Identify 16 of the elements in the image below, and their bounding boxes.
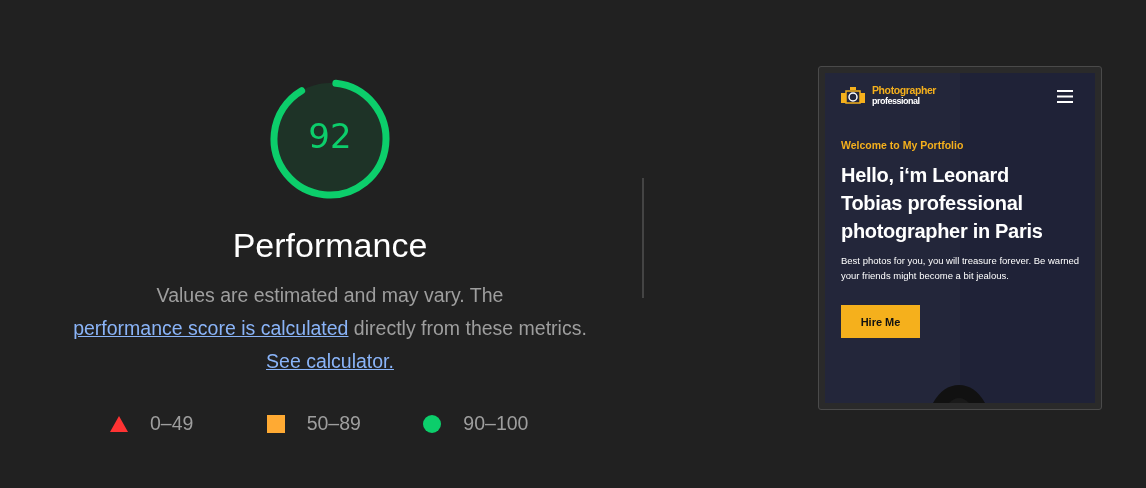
category-title: Performance: [232, 226, 428, 265]
text-link[interactable]: performance score is calculated: [73, 317, 349, 339]
text-link[interactable]: See calculator.: [266, 350, 394, 372]
legend-label: 50–89: [306, 412, 361, 435]
score-description: Values are estimated and may vary. The performance score is calculated directly from these metrics. See calculator.: [72, 283, 588, 374]
hire-button[interactable]: Hire Me: [841, 305, 920, 338]
hero-eyebrow: Welcome to My Portfolio: [841, 139, 965, 151]
camera-icon: [841, 87, 865, 105]
legend-label: 0–49: [150, 412, 194, 435]
brand-tagline: professional: [872, 96, 920, 107]
hero-heading: Hello, i‘m Leonard Tobias professional photographer in Paris: [841, 163, 1044, 244]
brand-name: Photographer: [872, 85, 937, 96]
legend-label: 90–100: [463, 412, 529, 435]
menu-icon[interactable]: [1057, 89, 1073, 103]
score-value: 92: [307, 116, 353, 156]
hero-text: Best photos for you, you will treasure forever. Be warned your friends might become a bit jealous.: [841, 254, 1081, 283]
